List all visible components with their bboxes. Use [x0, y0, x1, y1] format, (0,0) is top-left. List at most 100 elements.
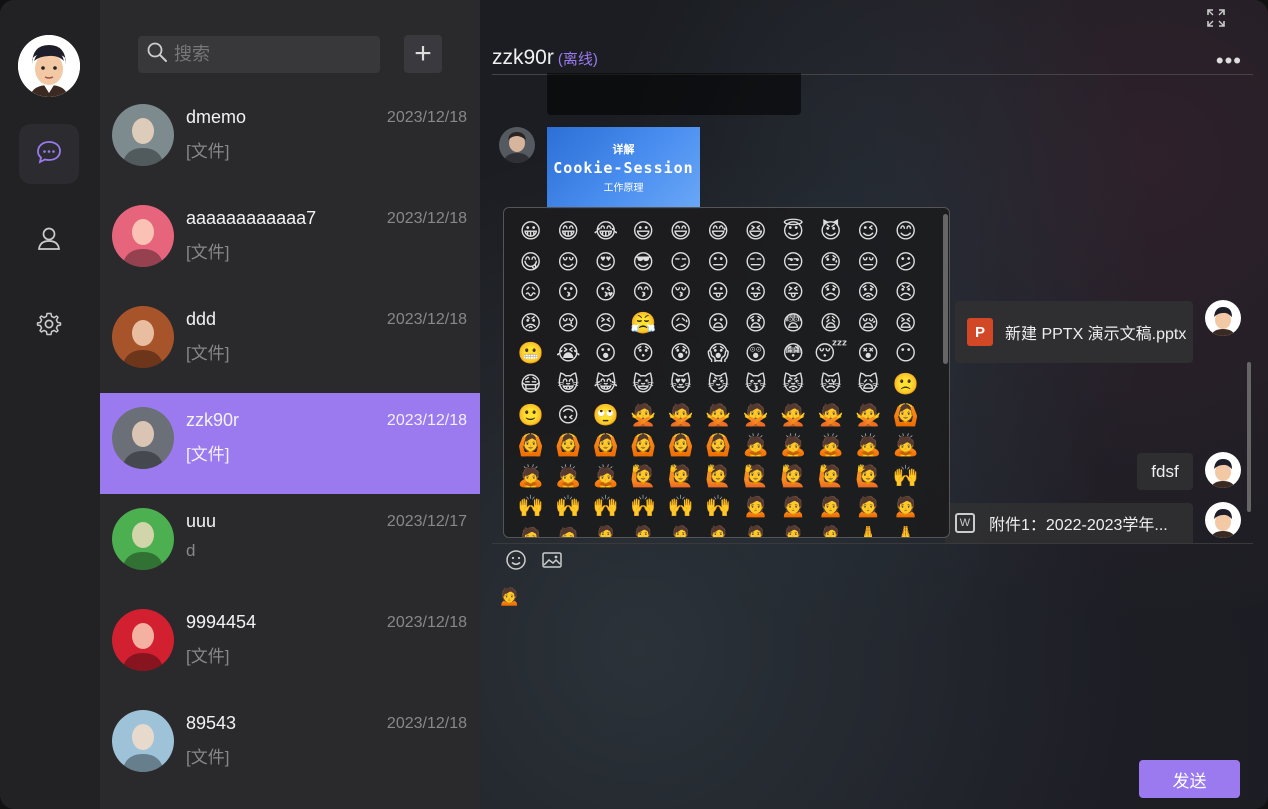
emoji-option[interactable]: 😥 — [662, 308, 700, 339]
emoji-option[interactable]: 😏 — [662, 247, 700, 278]
contact-item[interactable]: uuu 2023/12/17 d — [100, 494, 480, 595]
emoji-option[interactable]: 🙃 — [550, 400, 588, 431]
emoji-option[interactable]: 🙇 — [812, 430, 850, 461]
emoji-option[interactable]: 🙄 — [587, 400, 625, 431]
emoji-option[interactable]: 😀 — [512, 216, 550, 247]
emoji-option[interactable]: 🙏 — [850, 522, 888, 537]
send-button[interactable]: 发送 — [1139, 760, 1240, 798]
emoji-option[interactable]: 😣 — [587, 308, 625, 339]
emoji-option[interactable]: 🙍 — [737, 491, 775, 522]
emoji-option[interactable]: 😅 — [700, 216, 738, 247]
emoji-option[interactable]: 🙎 — [700, 522, 738, 537]
emoji-option[interactable]: 😂 — [587, 216, 625, 247]
emoji-option[interactable]: 🙅 — [737, 400, 775, 431]
emoji-option[interactable]: 🙋 — [812, 461, 850, 492]
more-options-button[interactable]: ••• — [1216, 48, 1242, 74]
emoji-option[interactable]: 😧 — [737, 308, 775, 339]
emoji-option[interactable]: 😢 — [550, 308, 588, 339]
emoji-option[interactable]: 🙇 — [775, 430, 813, 461]
emoji-option[interactable]: 😓 — [812, 247, 850, 278]
emoji-option[interactable]: 😙 — [625, 277, 663, 308]
emoji-option[interactable]: 🙌 — [625, 491, 663, 522]
contact-item[interactable]: 9994454 2023/12/18 [文件] — [100, 595, 480, 696]
emoji-option[interactable]: 🙌 — [662, 491, 700, 522]
emoji-option[interactable]: 😃 — [625, 216, 663, 247]
emoji-option[interactable]: 🙇 — [587, 461, 625, 492]
emoji-option[interactable]: 🙅 — [662, 400, 700, 431]
emoji-option[interactable]: 🙋 — [700, 461, 738, 492]
emoji-option[interactable]: 😱 — [700, 338, 738, 369]
contacts-nav-button[interactable] — [19, 210, 79, 270]
emoji-option[interactable]: 🙋 — [737, 461, 775, 492]
my-message-avatar[interactable] — [1205, 452, 1241, 488]
emoji-option[interactable]: 🙇 — [550, 461, 588, 492]
emoji-option[interactable]: 😫 — [887, 308, 925, 339]
emoji-option[interactable]: 😡 — [512, 308, 550, 339]
emoji-button[interactable] — [503, 549, 529, 575]
fullscreen-icon[interactable] — [1206, 8, 1226, 33]
emoji-option[interactable]: 😉 — [850, 216, 888, 247]
image-message-previous[interactable] — [547, 73, 801, 115]
emoji-option[interactable]: 🙎 — [775, 522, 813, 537]
message-scrollbar[interactable] — [1247, 362, 1251, 512]
emoji-option[interactable]: 😊 — [887, 216, 925, 247]
contact-item[interactable]: zzk90r 2023/12/18 [文件] — [100, 393, 480, 494]
emoji-option[interactable]: 🙌 — [887, 461, 925, 492]
emoji-option[interactable]: 😼 — [700, 369, 738, 400]
doc-file-message[interactable]: W 附件1：2022-2023学年... — [945, 503, 1193, 543]
emoji-option[interactable]: 🙅 — [700, 400, 738, 431]
emoji-option[interactable]: 😽 — [737, 369, 775, 400]
emoji-option[interactable]: 😳 — [775, 338, 813, 369]
emoji-option[interactable]: 😶 — [887, 338, 925, 369]
emoji-option[interactable]: 😯 — [625, 338, 663, 369]
emoji-option[interactable]: 🙎 — [812, 522, 850, 537]
emoji-option[interactable]: 🙍 — [512, 522, 550, 537]
emoji-option[interactable]: 😍 — [587, 247, 625, 278]
emoji-option[interactable]: 😝 — [775, 277, 813, 308]
emoji-option[interactable]: 🙅 — [850, 400, 888, 431]
emoji-option[interactable]: 🙆 — [700, 430, 738, 461]
emoji-option[interactable]: 😦 — [700, 308, 738, 339]
emoji-option[interactable]: 😆 — [737, 216, 775, 247]
emoji-option[interactable]: 🙎 — [625, 522, 663, 537]
my-message-avatar[interactable] — [1205, 300, 1241, 336]
emoji-option[interactable]: 🙍 — [850, 491, 888, 522]
emoji-option[interactable]: 😄 — [662, 216, 700, 247]
search-box[interactable] — [138, 36, 380, 73]
text-message[interactable]: fdsf — [1137, 453, 1193, 490]
emoji-option[interactable]: 😻 — [662, 369, 700, 400]
emoji-option[interactable]: 🙆 — [887, 400, 925, 431]
emoji-option[interactable]: 😋 — [512, 247, 550, 278]
emoji-option[interactable]: 😎 — [625, 247, 663, 278]
emoji-option[interactable]: 😖 — [512, 277, 550, 308]
emoji-option[interactable]: 😩 — [812, 308, 850, 339]
emoji-option[interactable]: 😾 — [775, 369, 813, 400]
emoji-option[interactable]: 😸 — [550, 369, 588, 400]
emoji-option[interactable]: 🙌 — [700, 491, 738, 522]
emoji-option[interactable]: 😮 — [587, 338, 625, 369]
contact-item[interactable]: aaaaaaaaaaaa7 2023/12/18 [文件] — [100, 191, 480, 292]
emoji-option[interactable]: 😲 — [737, 338, 775, 369]
emoji-option[interactable]: 🙅 — [812, 400, 850, 431]
emoji-option[interactable]: 🙌 — [550, 491, 588, 522]
emoji-option[interactable]: 😠 — [887, 277, 925, 308]
emoji-option[interactable]: 😗 — [550, 277, 588, 308]
emoji-option[interactable]: 🙎 — [737, 522, 775, 537]
emoji-option[interactable]: 😜 — [737, 277, 775, 308]
emoji-option[interactable]: 😺 — [625, 369, 663, 400]
emoji-picker-scrollbar[interactable] — [943, 214, 948, 364]
add-button[interactable]: + — [404, 35, 442, 73]
settings-nav-button[interactable] — [19, 296, 79, 356]
my-avatar[interactable] — [18, 35, 80, 97]
emoji-option[interactable]: 🙆 — [625, 430, 663, 461]
emoji-option[interactable]: 😑 — [737, 247, 775, 278]
emoji-option[interactable]: 😟 — [850, 277, 888, 308]
emoji-option[interactable]: 🙆 — [662, 430, 700, 461]
emoji-option[interactable]: 😨 — [775, 308, 813, 339]
emoji-option[interactable]: 😴 — [812, 338, 850, 369]
emoji-option[interactable]: 🙅 — [775, 400, 813, 431]
emoji-option[interactable]: 🙅 — [625, 400, 663, 431]
emoji-option[interactable]: 🙍 — [887, 491, 925, 522]
emoji-option[interactable]: 😒 — [775, 247, 813, 278]
emoji-option[interactable]: 🙇 — [512, 461, 550, 492]
